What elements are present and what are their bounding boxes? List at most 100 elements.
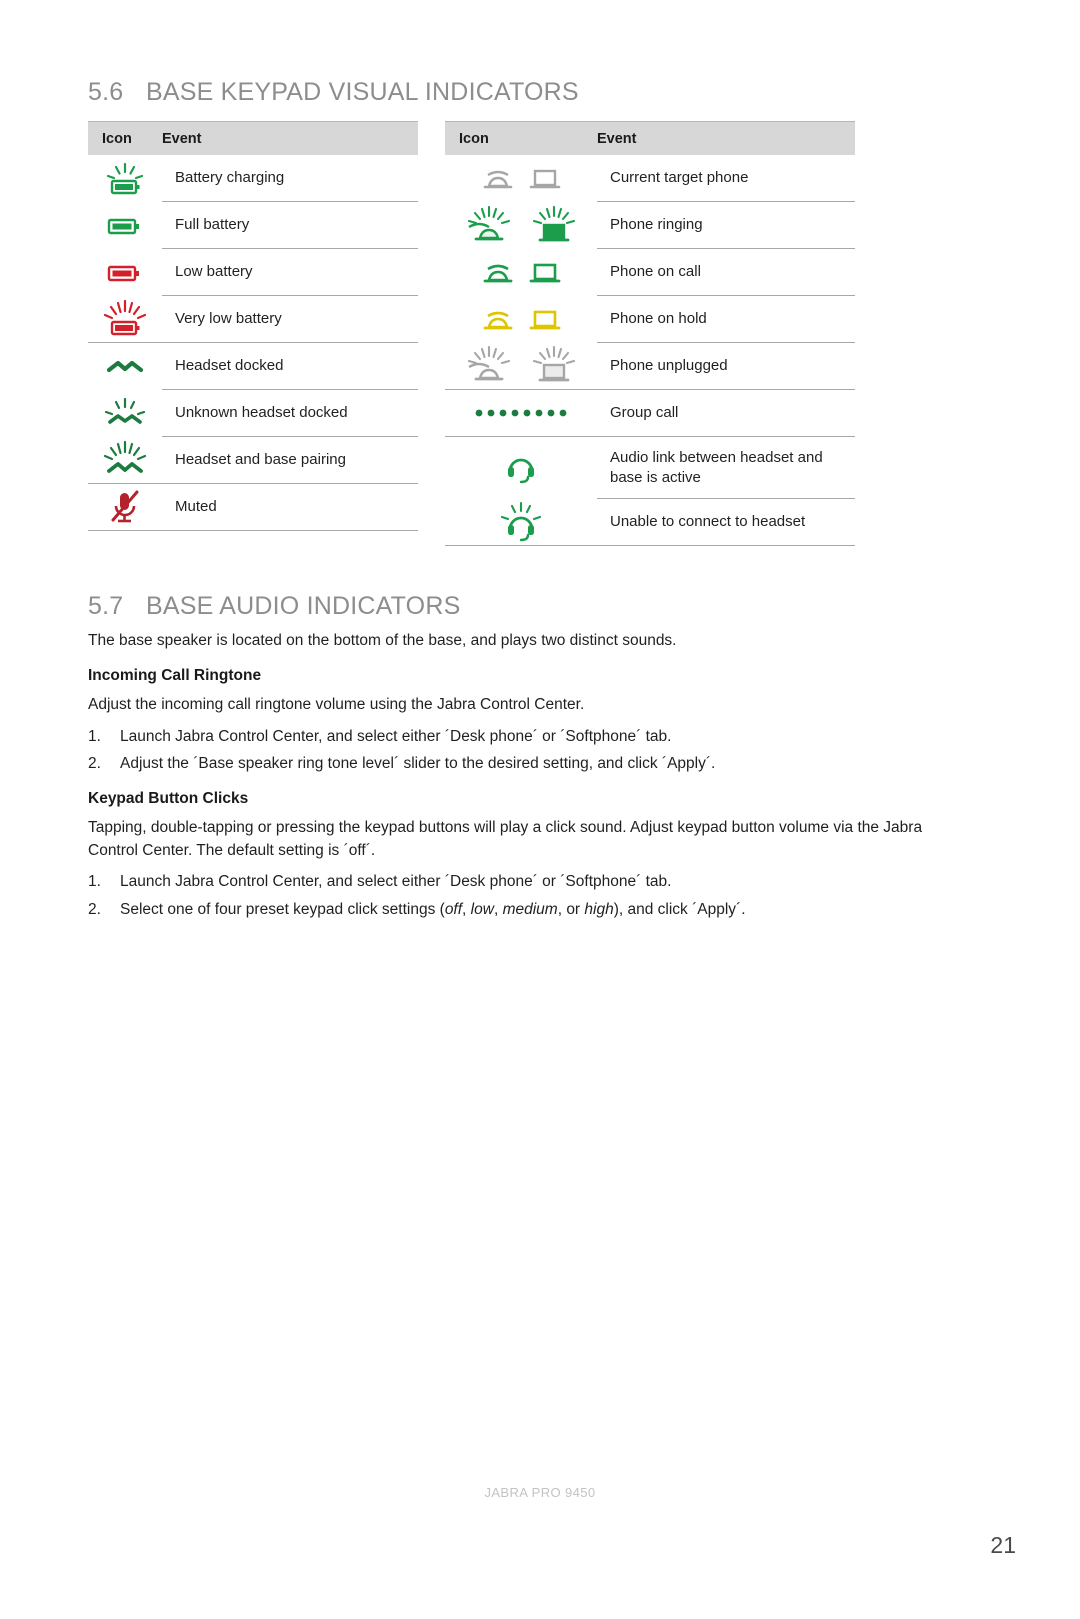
step-text-post: ), and click ´Apply´. <box>613 900 746 918</box>
icon-cell <box>445 155 597 202</box>
unknown-headset-docked-icon <box>104 397 146 424</box>
table-row: Muted <box>88 484 418 531</box>
event-label: Unknown headset docked <box>162 390 418 437</box>
option-low: low <box>470 900 494 918</box>
group-call-dots-icon <box>475 409 567 417</box>
table-row: Headset docked <box>88 343 418 390</box>
subheading-incoming-call-ringtone: Incoming Call Ringtone <box>88 667 262 685</box>
softphone-green-icon <box>529 263 561 282</box>
table-row: Phone unplugged <box>445 343 855 390</box>
event-label: Phone on call <box>597 249 855 296</box>
list-item-number: 2. <box>88 755 101 773</box>
ringtone-steps-list: 1. Launch Jabra Control Center, and sele… <box>88 725 856 776</box>
section-title: BASE AUDIO INDICATORS <box>146 592 461 620</box>
event-label: Group call <box>597 390 855 437</box>
ringtone-paragraph: Adjust the incoming call ringtone volume… <box>88 696 585 714</box>
event-label: Very low battery <box>162 296 418 343</box>
section-5-7: 5.7 BASE AUDIO INDICATORS The base speak… <box>88 592 922 921</box>
headset-unable-connect-icon <box>500 501 542 542</box>
battery-very-low-icon <box>103 299 147 336</box>
softphone-grey-icon <box>529 169 561 188</box>
column-header-event: Event <box>162 130 202 147</box>
option-medium: medium <box>502 900 558 918</box>
softphone-unplugged-icon <box>532 346 576 382</box>
event-label: Unable to connect to headset <box>597 499 855 546</box>
footer-brand: JABRA PRO 9450 <box>484 1485 596 1500</box>
document-page: 5.6 BASE KEYPAD VISUAL INDICATORS Icon E… <box>0 0 1080 1619</box>
section-number: 5.6 <box>88 78 124 106</box>
icon-cell <box>445 296 597 343</box>
icon-cell <box>445 249 597 296</box>
table-header-row: Icon Event <box>445 121 855 155</box>
option-off: off <box>444 900 463 918</box>
keypad-clicks-paragraph: Tapping, double-tapping or pressing the … <box>88 819 923 859</box>
battery-low-icon <box>107 265 139 281</box>
section-heading-5-7: 5.7 BASE AUDIO INDICATORS <box>88 592 856 621</box>
battery-full-icon <box>107 218 139 234</box>
muted-microphone-icon <box>111 490 139 523</box>
headset-docked-icon <box>106 360 144 372</box>
softphone-yellow-icon <box>529 310 561 329</box>
icon-cell <box>445 343 597 390</box>
icon-cell <box>88 390 162 437</box>
icon-cell <box>88 202 162 249</box>
list-item-text: Select one of four preset keypad click s… <box>120 898 856 921</box>
event-label: Battery charging <box>162 155 418 202</box>
list-item-number: 2. <box>88 900 101 918</box>
event-label: Low battery <box>162 249 418 296</box>
list-item-text: Launch Jabra Control Center, and select … <box>120 873 672 891</box>
list-item-text: Launch Jabra Control Center, and select … <box>120 727 672 745</box>
event-label: Full battery <box>162 202 418 249</box>
table-row: Group call <box>445 390 855 437</box>
section-number: 5.7 <box>88 592 124 620</box>
icon-cell <box>88 484 162 531</box>
table-row: Unable to connect to headset <box>445 499 855 546</box>
visual-indicators-table-right: Icon Event Current target phone Phone ri… <box>445 121 855 546</box>
step-text-pre: Select one of four preset keypad click s… <box>120 900 445 918</box>
table-row: Battery charging <box>88 155 418 202</box>
list-item-number: 1. <box>88 873 101 891</box>
icon-cell <box>445 390 597 437</box>
column-header-icon: Icon <box>102 130 132 147</box>
headset-link-active-icon <box>508 458 534 484</box>
event-label: Phone on hold <box>597 296 855 343</box>
keypad-steps-list: 1. Launch Jabra Control Center, and sele… <box>88 870 856 921</box>
list-item: 1. Launch Jabra Control Center, and sele… <box>88 725 856 748</box>
event-label: Headset docked <box>162 343 418 390</box>
subheading-keypad-button-clicks: Keypad Button Clicks <box>88 790 249 808</box>
list-item-number: 1. <box>88 727 101 745</box>
table-row: Phone on hold <box>445 296 855 343</box>
table-row: Very low battery <box>88 296 418 343</box>
separator-3: , or <box>557 900 585 918</box>
icon-cell <box>88 155 162 202</box>
separator-2: , <box>493 900 503 918</box>
icon-cell <box>88 437 162 484</box>
table-header-row: Icon Event <box>88 121 418 155</box>
icon-cell <box>445 202 597 249</box>
column-header-icon: Icon <box>459 130 489 147</box>
event-label: Phone unplugged <box>597 343 855 390</box>
battery-charging-icon <box>106 162 144 194</box>
icon-cell <box>445 499 597 546</box>
event-label: Audio link between headset and base is a… <box>597 437 855 499</box>
indicator-tables: Icon Event Battery charging Full battery… <box>88 121 856 546</box>
option-high: high <box>584 900 614 918</box>
section-intro-paragraph: The base speaker is located on the botto… <box>88 632 677 649</box>
event-label: Current target phone <box>597 155 855 202</box>
separator-1: , <box>462 900 471 918</box>
table-row: Low battery <box>88 249 418 296</box>
list-item: 1. Launch Jabra Control Center, and sele… <box>88 870 856 893</box>
icon-cell <box>88 249 162 296</box>
event-label: Headset and base pairing <box>162 437 418 484</box>
visual-indicators-table-left: Icon Event Battery charging Full battery… <box>88 121 418 546</box>
softphone-ringing-icon <box>532 205 576 241</box>
headset-base-pairing-icon <box>103 440 147 473</box>
page-content: 5.6 BASE KEYPAD VISUAL INDICATORS Icon E… <box>88 78 922 921</box>
event-label: Phone ringing <box>597 202 855 249</box>
list-item-text: Adjust the ´Base speaker ring tone level… <box>120 755 716 773</box>
table-row: Phone ringing <box>445 202 855 249</box>
list-item: 2. Select one of four preset keypad clic… <box>88 898 856 921</box>
table-row: Audio link between headset and base is a… <box>445 437 855 499</box>
table-row: Full battery <box>88 202 418 249</box>
section-heading-5-6: 5.6 BASE KEYPAD VISUAL INDICATORS <box>88 78 856 107</box>
